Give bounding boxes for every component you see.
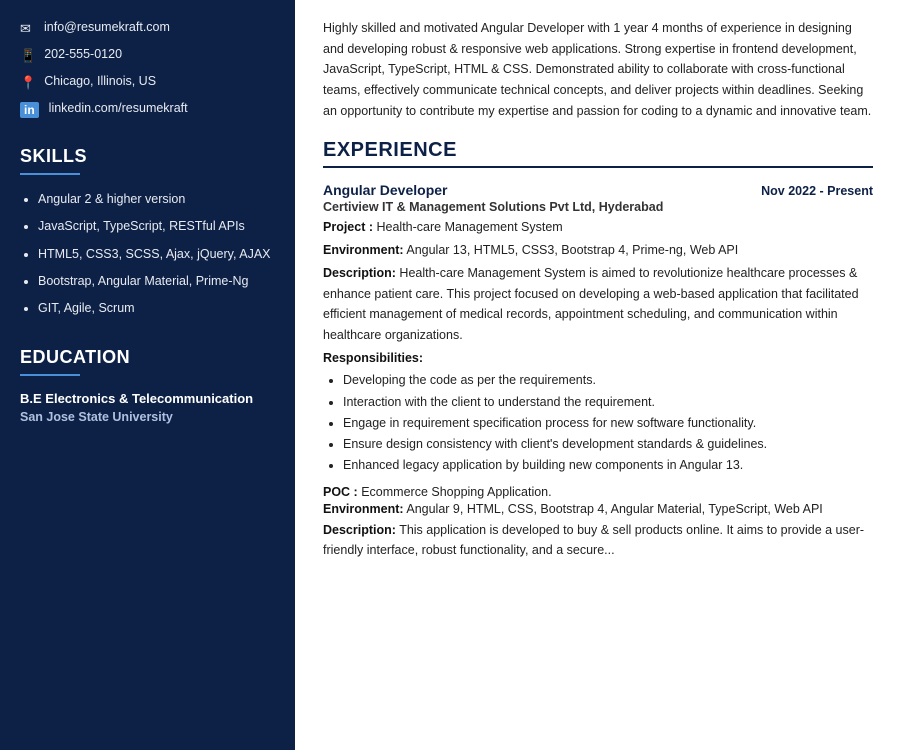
experience-divider	[323, 166, 873, 168]
job-header: Angular Developer Nov 2022 - Present	[323, 182, 873, 198]
education-divider	[20, 374, 80, 376]
job-environment: Environment: Angular 13, HTML5, CSS3, Bo…	[323, 241, 873, 260]
list-item: GIT, Agile, Scrum	[38, 298, 275, 319]
job-date: Nov 2022 - Present	[761, 184, 873, 198]
list-item: Interaction with the client to understan…	[343, 392, 873, 413]
list-item: JavaScript, TypeScript, RESTful APIs	[38, 216, 275, 237]
education-title: EDUCATION	[20, 347, 275, 368]
job-entry: Angular Developer Nov 2022 - Present Cer…	[323, 182, 873, 561]
job-project: Project : Health-care Management System	[323, 218, 873, 237]
responsibilities-list: Developing the code as per the requireme…	[323, 370, 873, 476]
list-item: Angular 2 & higher version	[38, 189, 275, 210]
location-icon: 📍	[20, 75, 36, 91]
contact-location: 📍 Chicago, Illinois, US	[20, 74, 275, 91]
main-content: Highly skilled and motivated Angular Dev…	[295, 0, 901, 750]
sidebar: ✉ info@resumekraft.com 📱 202-555-0120 📍 …	[0, 0, 295, 750]
degree: B.E Electronics & Telecommunication	[20, 390, 275, 408]
responsibilities-title: Responsibilities:	[323, 351, 873, 365]
list-item: Enhanced legacy application by building …	[343, 455, 873, 476]
linkedin-icon: in	[20, 102, 39, 118]
list-item: Engage in requirement specification proc…	[343, 413, 873, 434]
list-item: Ensure design consistency with client's …	[343, 434, 873, 455]
poc-environment: Environment: Angular 9, HTML, CSS, Boots…	[323, 502, 873, 516]
experience-title: EXPERIENCE	[323, 139, 873, 162]
job-company: Certiview IT & Management Solutions Pvt …	[323, 200, 873, 214]
job-title: Angular Developer	[323, 182, 447, 198]
summary-text: Highly skilled and motivated Angular Dev…	[323, 18, 873, 121]
skills-list: Angular 2 & higher version JavaScript, T…	[20, 189, 275, 319]
skills-title: SKILLS	[20, 146, 275, 167]
job-description: Description: Health-care Management Syst…	[323, 263, 873, 346]
contact-email: ✉ info@resumekraft.com	[20, 20, 275, 37]
poc-field: POC : Ecommerce Shopping Application.	[323, 485, 873, 499]
education-entry: B.E Electronics & Telecommunication San …	[20, 390, 275, 424]
email-icon: ✉	[20, 21, 36, 37]
phone-icon: 📱	[20, 48, 36, 64]
skills-divider	[20, 173, 80, 175]
institution: San Jose State University	[20, 410, 275, 424]
list-item: Developing the code as per the requireme…	[343, 370, 873, 391]
list-item: HTML5, CSS3, SCSS, Ajax, jQuery, AJAX	[38, 244, 275, 265]
list-item: Bootstrap, Angular Material, Prime-Ng	[38, 271, 275, 292]
contact-linkedin[interactable]: in linkedin.com/resumekraft	[20, 101, 275, 118]
contact-phone: 📱 202-555-0120	[20, 47, 275, 64]
poc-description: Description: This application is develop…	[323, 520, 873, 561]
